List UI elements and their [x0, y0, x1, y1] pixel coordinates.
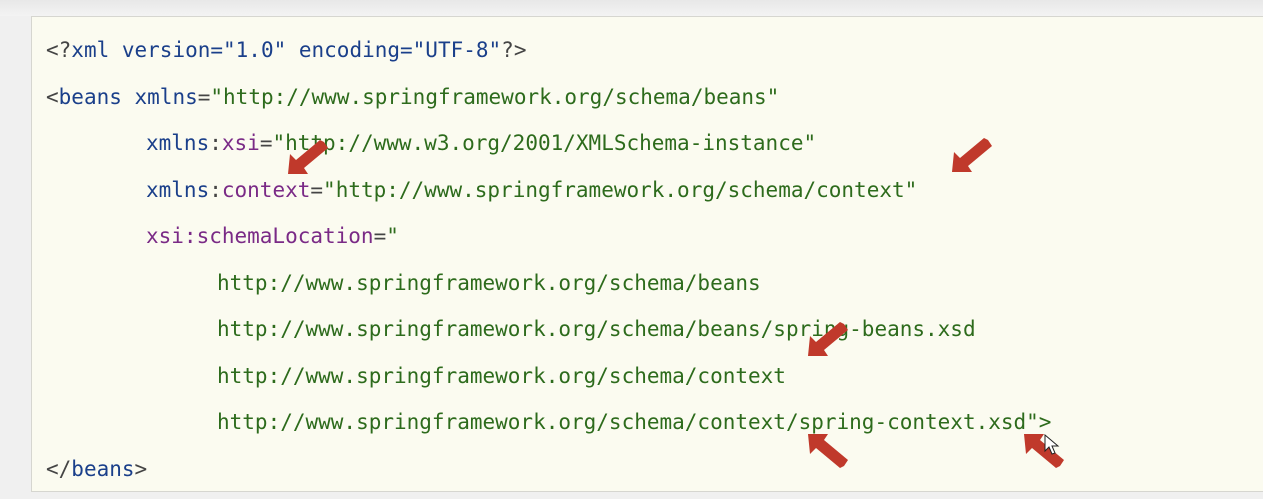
tag-close-lt: </ [46, 457, 72, 481]
attr-value-context-ns: "http://www.springframework.org/schema/c… [323, 178, 918, 202]
attr-value-beans-ns: "http://www.springframework.org/schema/b… [210, 85, 780, 109]
tag-name-beans: beans [71, 457, 135, 481]
code-line-xml-declaration: <?xml version="1.0" encoding="UTF-8"?> [46, 37, 526, 63]
pi-name: xml [71, 38, 110, 62]
pi-attributes: version="1.0" encoding="UTF-8" [109, 38, 502, 62]
pi-close: ?> [501, 38, 527, 62]
tag-lt: < [46, 85, 59, 109]
code-line-schema-url-beans: http://www.springframework.org/schema/be… [217, 270, 761, 296]
code-line-schema-url-context-xsd: http://www.springframework.org/schema/co… [217, 409, 1051, 435]
attr-ns-context: context [221, 178, 311, 202]
pi-open: <? [46, 38, 72, 62]
code-line-xmlns-context: xmlns:context="http://www.springframewor… [146, 177, 917, 203]
attr-open-quote: " [386, 224, 399, 248]
attr-eq: = [373, 224, 387, 248]
schema-url: http://www.springframework.org/schema/co… [217, 410, 1027, 434]
red-arrow-icon [808, 322, 848, 356]
attr-name-xmlns: xmlns [121, 85, 198, 109]
code-line-schema-url-beans-xsd: http://www.springframework.org/schema/be… [217, 316, 976, 342]
attr-eq: = [310, 178, 324, 202]
red-arrow-icon [952, 138, 992, 172]
code-line-schema-url-context: http://www.springframework.org/schema/co… [217, 363, 786, 389]
attr-value-xsi-ns: "http://www.w3.org/2001/XMLSchema-instan… [272, 131, 817, 155]
red-arrow-icon [808, 434, 848, 468]
attr-name-schema-location: xsi:schemaLocation [146, 224, 374, 248]
attr-eq: = [197, 85, 211, 109]
attr-colon: : [209, 178, 222, 202]
tag-gt: > [134, 457, 148, 481]
attr-prefix-xmlns: xmlns [146, 178, 210, 202]
code-line-beans-close: </beans> [46, 456, 147, 482]
red-arrow-icon [288, 140, 328, 174]
attr-eq: = [259, 131, 273, 155]
attr-prefix-xmlns: xmlns [146, 131, 210, 155]
code-line-beans-open: <beans xmlns="http://www.springframework… [46, 84, 779, 110]
schema-url: http://www.springframework.org/schema/co… [217, 364, 786, 388]
tag-name-beans: beans [58, 85, 122, 109]
code-block: <?xml version="1.0" encoding="UTF-8"?> <… [31, 16, 1263, 492]
code-line-schema-location: xsi:schemaLocation=" [146, 223, 399, 249]
attr-colon: : [209, 131, 222, 155]
attr-ns-xsi: xsi [221, 131, 260, 155]
top-strip [0, 0, 1263, 16]
mouse-pointer-icon [1044, 434, 1060, 455]
code-line-xmlns-xsi: xmlns:xsi="http://www.w3.org/2001/XMLSch… [146, 130, 816, 156]
schema-url: http://www.springframework.org/schema/be… [217, 271, 761, 295]
schema-url: http://www.springframework.org/schema/be… [217, 317, 976, 341]
